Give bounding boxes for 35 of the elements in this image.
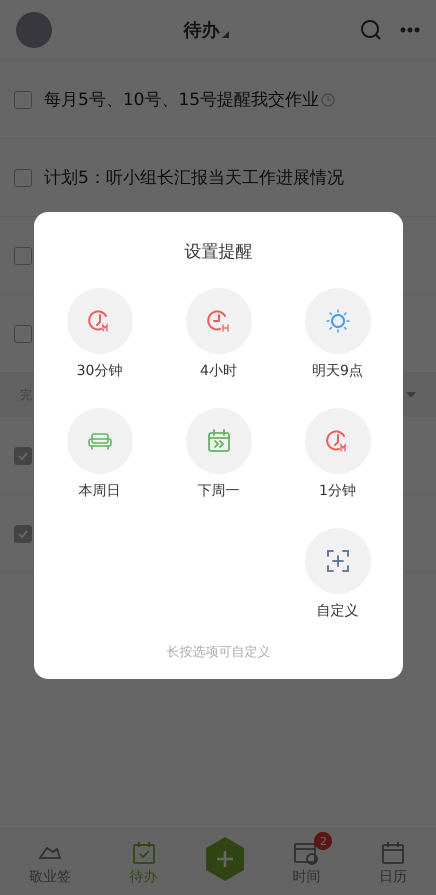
- reminder-option[interactable]: 本周日: [40, 408, 159, 500]
- add-button[interactable]: [204, 836, 246, 882]
- calendar-icon: [206, 428, 232, 454]
- checkbox[interactable]: [14, 90, 32, 108]
- dialog-title: 设置提醒: [184, 241, 252, 262]
- reminder-option[interactable]: 明天9点: [278, 288, 397, 380]
- check-icon: [17, 528, 29, 540]
- caret-icon[interactable]: [222, 31, 228, 38]
- page-title: 待办: [184, 19, 220, 42]
- reminder-option[interactable]: 自定义: [278, 528, 397, 620]
- checkbox[interactable]: [14, 524, 32, 542]
- caret-icon[interactable]: [406, 392, 416, 398]
- add-frame-icon: [324, 548, 350, 574]
- avatar[interactable]: [16, 12, 52, 48]
- reminder-option[interactable]: 30分钟: [40, 288, 159, 380]
- checkbox[interactable]: [14, 168, 32, 186]
- search-icon[interactable]: [360, 19, 382, 41]
- calendar-icon: [380, 840, 406, 866]
- check-icon: [17, 450, 29, 462]
- checkbox[interactable]: [14, 446, 32, 464]
- todo-text: 计划5：听小组长汇报当天工作进展情况: [44, 167, 344, 189]
- clock-icon: [321, 92, 336, 106]
- reminder-option[interactable]: 4小时: [159, 288, 278, 380]
- more-icon[interactable]: [400, 27, 420, 33]
- checkbox[interactable]: [14, 246, 32, 264]
- hint-text: 长按选项可自定义: [166, 644, 270, 661]
- calendar-check-icon: [130, 840, 157, 866]
- calendar-clock-icon: [293, 840, 320, 866]
- todo-text: 每月5号、10号、15号提醒我交作业: [44, 89, 320, 111]
- sun-icon: [324, 308, 350, 334]
- reminder-option[interactable]: 下周一: [159, 408, 278, 500]
- notification-badge: 2: [314, 832, 332, 850]
- checkbox[interactable]: [14, 324, 32, 342]
- alarm-clock-icon: [206, 308, 232, 334]
- reminder-option[interactable]: 1分钟: [278, 408, 397, 500]
